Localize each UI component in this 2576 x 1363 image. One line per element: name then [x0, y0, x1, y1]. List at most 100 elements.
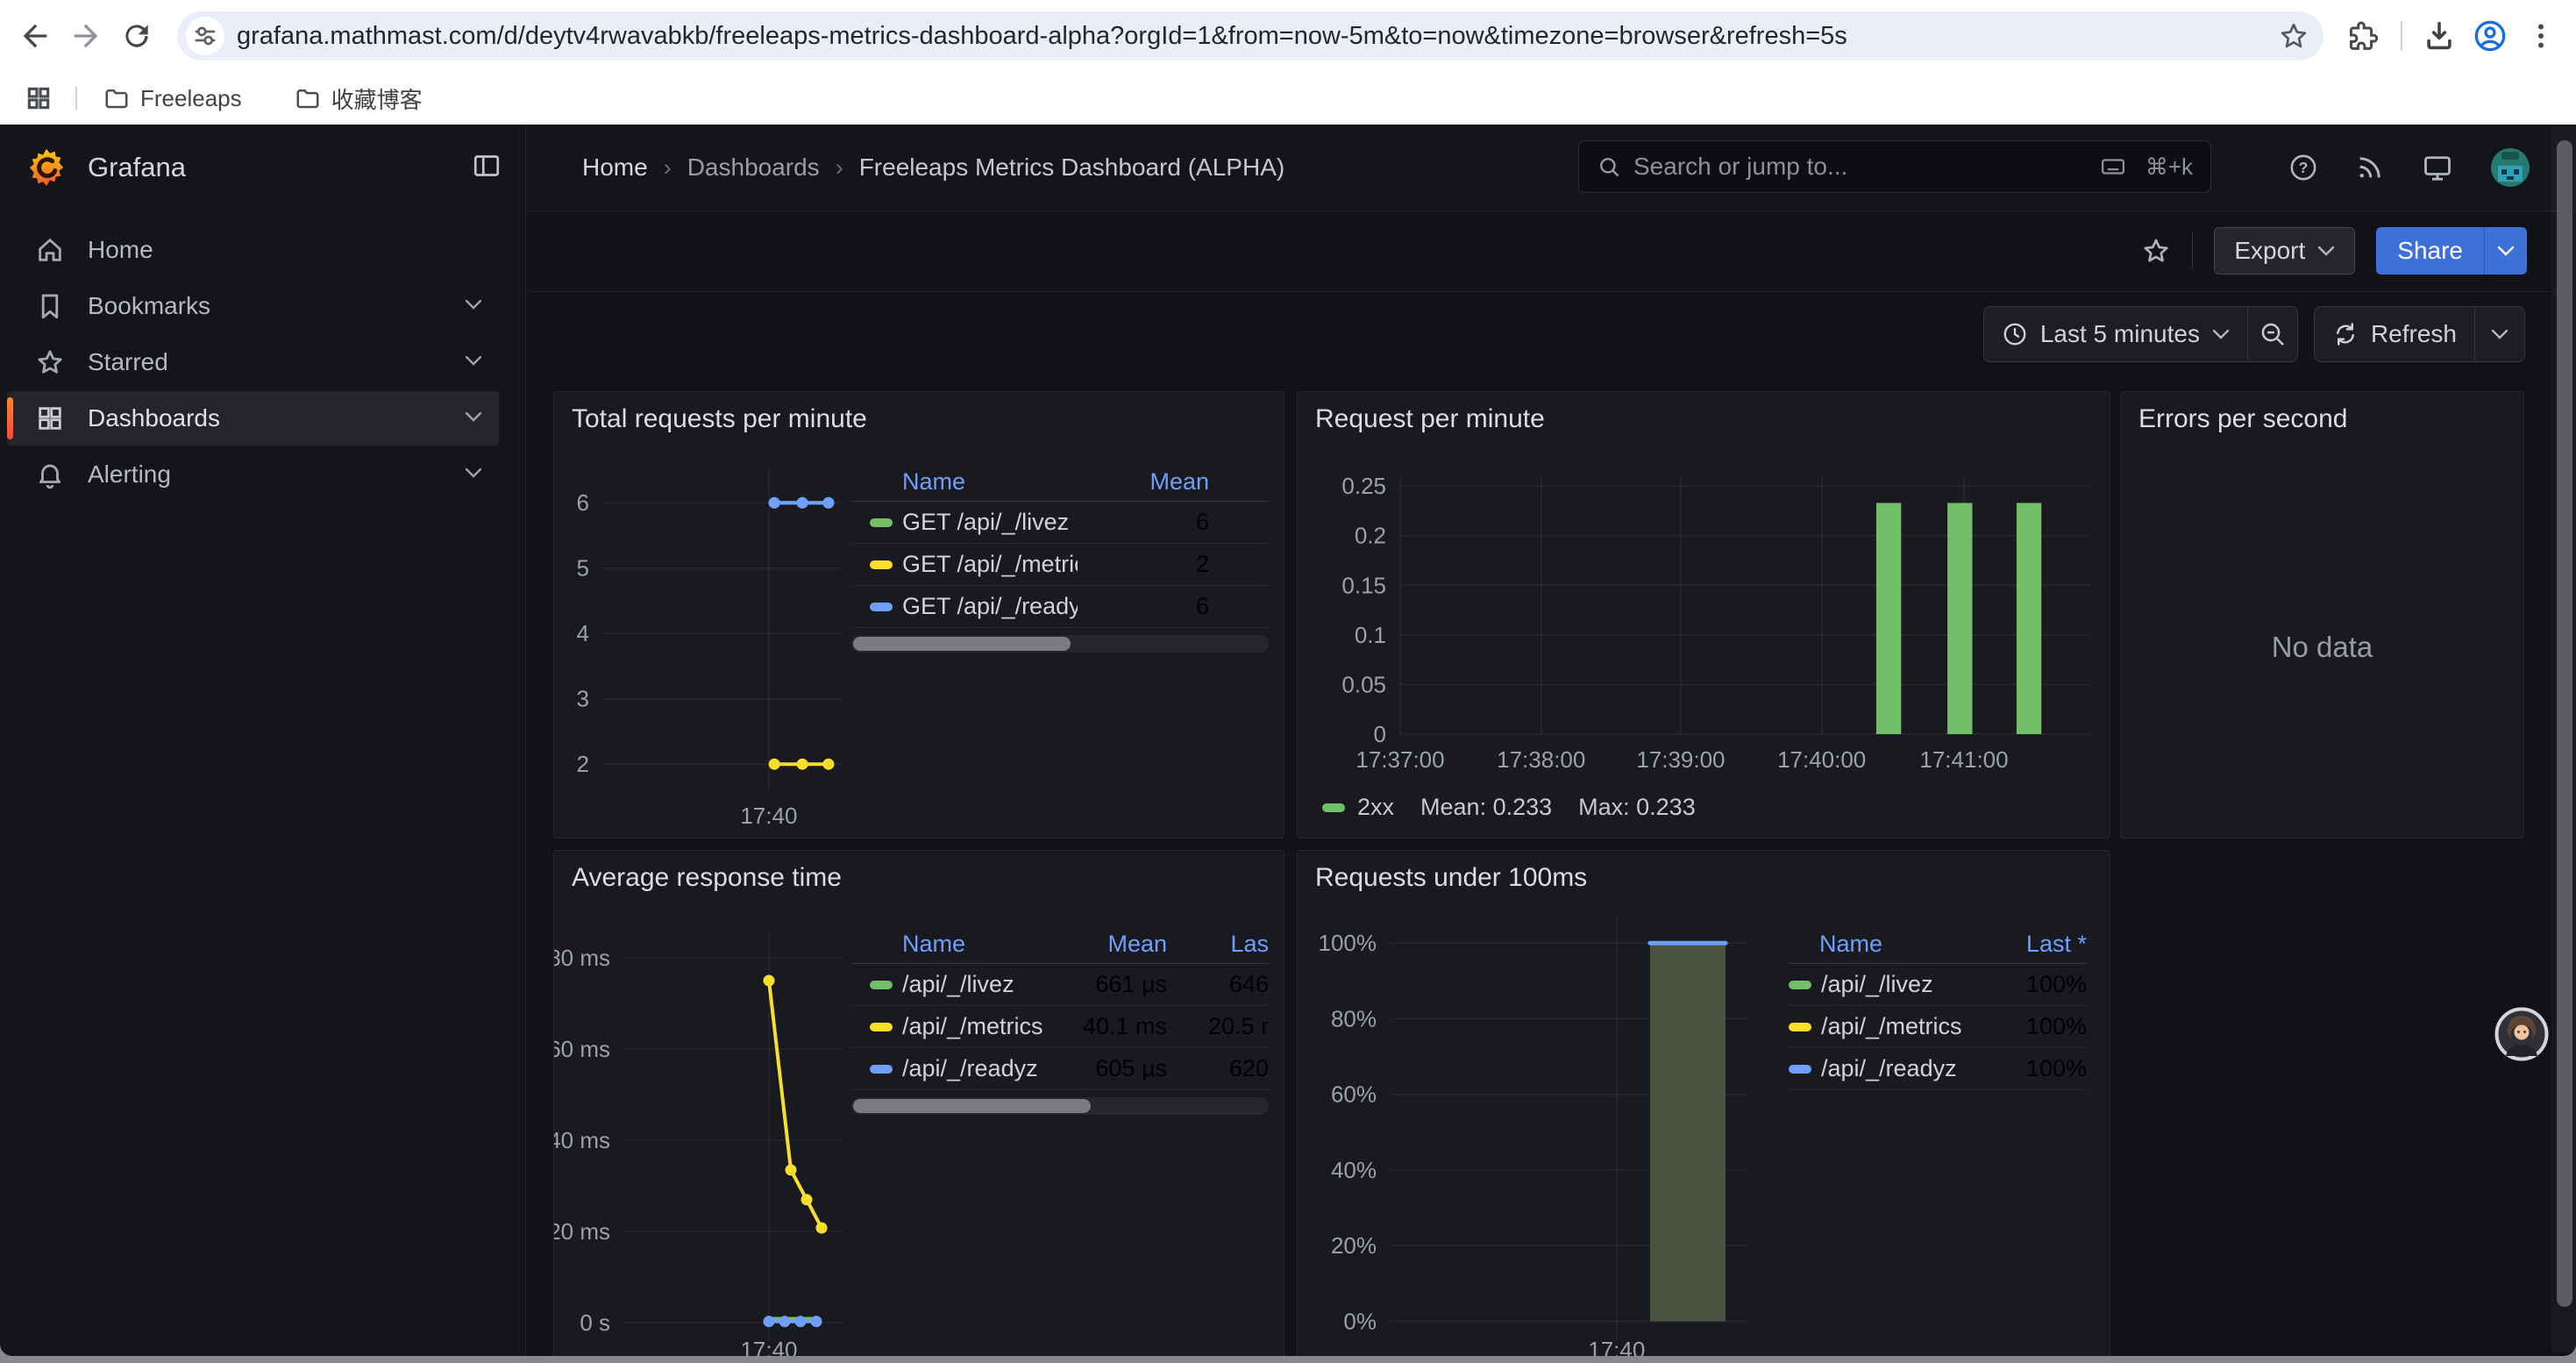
- panel-title[interactable]: Requests under 100ms: [1315, 863, 1587, 893]
- svg-text:17:39:00: 17:39:00: [1636, 746, 1725, 773]
- bell-icon: [35, 460, 65, 489]
- extensions-icon[interactable]: [2345, 17, 2383, 55]
- breadcrumb-dashboards[interactable]: Dashboards: [687, 153, 820, 182]
- grafana-app: Grafana Home › Dashboards › Freeleaps Me…: [0, 125, 2576, 1356]
- panel-title[interactable]: Errors per second: [2138, 404, 2347, 434]
- sidebar-item-dashboards[interactable]: Dashboards: [7, 391, 499, 446]
- panel-title[interactable]: Average response time: [572, 863, 842, 893]
- url-bar[interactable]: grafana.mathmast.com/d/deytv4rwavabkb/fr…: [177, 11, 2323, 61]
- refresh-interval-button[interactable]: [2474, 307, 2524, 361]
- panel-errors-per-second: Errors per second No data: [2120, 391, 2524, 838]
- site-settings-icon[interactable]: [186, 17, 224, 55]
- bookmarks-bar: Freeleaps 收藏博客: [0, 72, 2576, 125]
- back-icon[interactable]: [16, 17, 54, 55]
- refresh-button[interactable]: Refresh: [2315, 307, 2474, 361]
- request-per-minute-chart[interactable]: 0.250.20.150.10.05017:37:0017:38:0017:39…: [1298, 392, 2110, 838]
- series-max: Max: 0.233: [1578, 794, 1696, 821]
- sidebar-item-home[interactable]: Home: [7, 223, 499, 277]
- export-button[interactable]: Export: [2214, 227, 2355, 275]
- zoom-out-icon: [2259, 320, 2287, 348]
- browser-menu-icon[interactable]: [2522, 17, 2560, 55]
- sidebar: Home Bookmarks Starred Dashboards Alerti…: [0, 211, 526, 1356]
- scrollbar-thumb[interactable]: [853, 637, 1071, 651]
- bookmark-folder-blogs[interactable]: 收藏博客: [286, 77, 431, 120]
- search-input[interactable]: Search or jump to... ⌘+k: [1578, 140, 2211, 193]
- series-last: 100%: [1990, 1013, 2087, 1040]
- legend-scrollbar[interactable]: [851, 635, 1269, 653]
- chevron-down-icon[interactable]: [464, 298, 483, 315]
- legend-row[interactable]: GET /api/_/readyz 6: [851, 586, 1269, 628]
- profile-icon[interactable]: [2471, 17, 2509, 55]
- mega-menu-toggle-icon[interactable]: [471, 150, 502, 186]
- legend-row[interactable]: /api/_/metrics 40.1 ms 20.5 r: [851, 1006, 1269, 1048]
- chevron-down-icon[interactable]: [464, 410, 483, 427]
- grafana-logo-icon[interactable]: [26, 147, 67, 188]
- bookmark-folder-freeleaps[interactable]: Freeleaps: [95, 80, 251, 118]
- panel-total-requests: 6543217:40 Total requests per minute Nam…: [553, 391, 1284, 838]
- legend-header-mean[interactable]: Mean: [1078, 468, 1209, 496]
- legend-scrollbar[interactable]: [851, 1097, 1269, 1115]
- refresh-group: Refresh: [2314, 306, 2525, 362]
- refresh-icon: [2332, 321, 2359, 347]
- legend-header-last[interactable]: Last *: [1990, 931, 2087, 958]
- screen: { "browser": { "url": "grafana.mathmast.…: [0, 0, 2576, 1363]
- panel-title[interactable]: Total requests per minute: [572, 404, 867, 434]
- chevron-down-icon: [2491, 329, 2508, 340]
- legend-row[interactable]: /api/_/readyz 605 µs 620: [851, 1048, 1269, 1090]
- share-menu-button[interactable]: [2484, 227, 2527, 275]
- apps-grid-icon[interactable]: [19, 79, 58, 118]
- legend-row[interactable]: /api/_/livez 100%: [1789, 964, 2087, 1006]
- legend-header-name[interactable]: Name: [851, 468, 1078, 496]
- legend-header-last[interactable]: Las: [1167, 931, 1269, 958]
- series-last: 646: [1167, 971, 1269, 998]
- series-name: /api/_/livez: [902, 971, 1071, 998]
- svg-text:80%: 80%: [1331, 1005, 1377, 1031]
- scrollbar-thumb[interactable]: [853, 1099, 1091, 1113]
- bookmark-star-icon[interactable]: [2274, 17, 2313, 55]
- legend-header: Name Mean: [851, 462, 1269, 502]
- svg-text:0: 0: [1374, 721, 1386, 747]
- monitor-icon[interactable]: [2422, 152, 2453, 183]
- star-icon: [35, 347, 65, 377]
- sidebar-item-label: Starred: [88, 348, 168, 376]
- series-mean: Mean: 0.233: [1420, 794, 1552, 821]
- breadcrumb-home[interactable]: Home: [582, 153, 648, 182]
- svg-text:17:40: 17:40: [1588, 1337, 1645, 1356]
- downloads-icon[interactable]: [2420, 17, 2459, 55]
- share-button[interactable]: Share: [2376, 227, 2527, 275]
- browser-toolbar: grafana.mathmast.com/d/deytv4rwavabkb/fr…: [0, 0, 2576, 72]
- page-scrollbar[interactable]: [2551, 126, 2576, 1352]
- favorite-star-icon[interactable]: [2141, 236, 2171, 266]
- bookmark-label: 收藏博客: [331, 82, 423, 115]
- panel-title[interactable]: Request per minute: [1315, 404, 1545, 434]
- help-icon[interactable]: ?: [2288, 153, 2318, 182]
- sidebar-item-alerting[interactable]: Alerting: [7, 447, 499, 502]
- chevron-down-icon[interactable]: [464, 467, 483, 483]
- reload-icon[interactable]: [117, 17, 156, 55]
- news-rss-icon[interactable]: [2355, 153, 2385, 182]
- legend-header-name[interactable]: Name: [1789, 931, 1990, 958]
- series-name: GET /api/_/readyz: [902, 593, 1078, 620]
- legend-header-name[interactable]: Name: [851, 931, 1071, 958]
- legend-header: Name Last *: [1789, 924, 2087, 964]
- legend-row[interactable]: GET /api/_/metrics 2: [851, 544, 1269, 586]
- scrollbar-thumb[interactable]: [2557, 140, 2572, 1307]
- legend[interactable]: 2xx Mean: 0.233 Max: 0.233: [1322, 794, 1722, 821]
- grafana-top-nav: Grafana Home › Dashboards › Freeleaps Me…: [0, 125, 2576, 211]
- url-text[interactable]: grafana.mathmast.com/d/deytv4rwavabkb/fr…: [237, 22, 2274, 51]
- zoom-out-button[interactable]: [2247, 307, 2297, 361]
- sidebar-item-bookmarks[interactable]: Bookmarks: [7, 279, 499, 333]
- legend-row[interactable]: /api/_/livez 661 µs 646: [851, 964, 1269, 1006]
- forward-icon[interactable]: [67, 17, 105, 55]
- time-range-picker[interactable]: Last 5 minutes: [1984, 307, 2247, 361]
- legend-row[interactable]: GET /api/_/livez 6: [851, 502, 1269, 544]
- sidebar-item-starred[interactable]: Starred: [7, 335, 499, 389]
- legend-header-mean[interactable]: Mean: [1071, 931, 1167, 958]
- legend-row[interactable]: /api/_/readyz 100%: [1789, 1048, 2087, 1090]
- chevron-down-icon[interactable]: [464, 354, 483, 371]
- bookmarks-divider: [75, 86, 77, 111]
- svg-text:2: 2: [577, 751, 589, 777]
- assistant-avatar-button[interactable]: [2494, 1007, 2549, 1061]
- user-avatar[interactable]: [2490, 147, 2530, 188]
- legend-row[interactable]: /api/_/metrics 100%: [1789, 1006, 2087, 1048]
